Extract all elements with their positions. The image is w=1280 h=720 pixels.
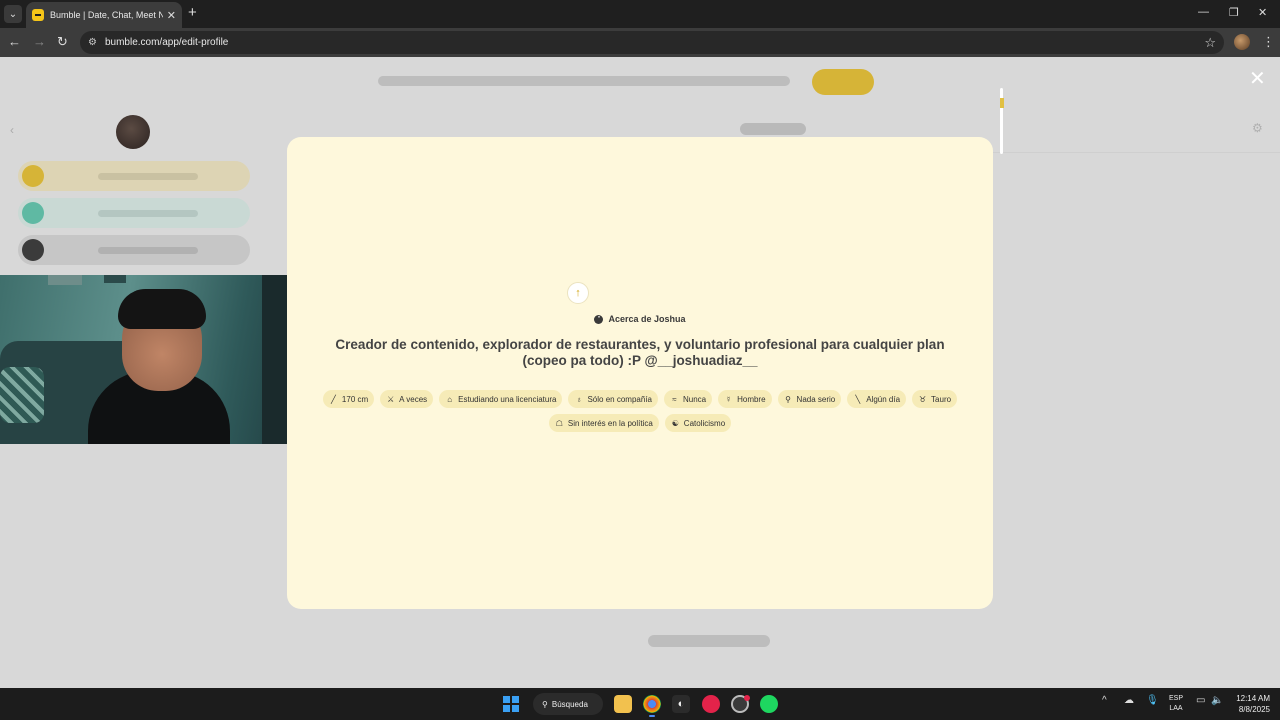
- gender-icon: ☿: [725, 394, 732, 404]
- back-arrow-icon[interactable]: ←: [8, 34, 21, 50]
- chip-label: Tauro: [931, 394, 952, 404]
- chip-label: A veces: [399, 394, 428, 404]
- banner-text-placeholder: [378, 76, 790, 86]
- scroll-marker: [1000, 98, 1004, 108]
- profile-chip: ⚔ A veces: [380, 390, 434, 408]
- taskbar-search[interactable]: ⚲ Búsqueda: [533, 693, 603, 715]
- profile-chip: ♁ Sólo en compañía: [568, 390, 658, 408]
- banner-button: [812, 69, 874, 95]
- quote-icon: ”: [594, 314, 604, 324]
- profile-chip: ☖ Sin interés en la política: [548, 414, 659, 432]
- chrome-icon[interactable]: [643, 695, 661, 713]
- tray-chevron-icon[interactable]: ^: [1102, 695, 1107, 706]
- minimize-icon[interactable]: —: [1198, 6, 1209, 18]
- profile-chip: ☿ Hombre: [718, 390, 772, 408]
- network-icon[interactable]: ▭: [1196, 695, 1205, 706]
- chip-label: Nunca: [682, 394, 707, 404]
- lang-code: ESP: [1168, 695, 1183, 702]
- magnifier-icon: ⚲: [785, 394, 791, 404]
- spotify-icon[interactable]: [760, 695, 778, 713]
- language-indicator[interactable]: ESP LAA: [1166, 694, 1186, 714]
- profile-chip: ☯ Catolicismo: [664, 414, 732, 432]
- microphone-icon[interactable]: 🎙: [1146, 695, 1159, 706]
- sidebar-pill-dark: [18, 235, 250, 265]
- profile-preview-modal: ↑ ” Acerca de Joshua Creador de contenid…: [287, 137, 993, 609]
- bio-text: Creador de contenido, explorador de rest…: [335, 337, 945, 368]
- profile-chip: ⚲ Nada serio: [777, 390, 842, 408]
- chip-label: Hombre: [737, 394, 766, 404]
- tab-close-icon[interactable]: ✕: [167, 9, 176, 22]
- url-text: bumble.com/app/edit-profile: [104, 37, 229, 48]
- about-heading: ” Acerca de Joshua: [287, 314, 993, 324]
- ruler-icon: ╱: [331, 394, 336, 404]
- lang-layout: LAA: [1169, 705, 1183, 712]
- sidebar-pill-yellow: [18, 161, 250, 191]
- profile-chip: ╲ Algún día: [847, 390, 907, 408]
- reload-icon[interactable]: ↻: [57, 34, 68, 50]
- zodiac-icon: ♉: [918, 394, 927, 404]
- profile-chip: ╱ 170 cm: [322, 390, 375, 408]
- sidebar-pill-green: [18, 198, 250, 228]
- windows-taskbar: ⚲ Búsqueda ◐ ^ ☁ 🎙 ESP LAA ▭ 🔈 12:14 AM …: [0, 688, 1280, 720]
- screen: ⌄ Bumble | Date, Chat, Meet New ✕ + — ❐ …: [0, 0, 1280, 720]
- window-close-icon[interactable]: ✕: [1258, 6, 1267, 19]
- cloud-off-icon[interactable]: ☁: [1124, 695, 1134, 706]
- tab-bumble[interactable]: Bumble | Date, Chat, Meet New ✕: [26, 2, 182, 28]
- new-tab-button[interactable]: +: [188, 4, 197, 22]
- browser-tab-bar: ⌄ Bumble | Date, Chat, Meet New ✕ + — ❐ …: [0, 0, 1280, 28]
- profile-chip: ⌂ Estudiando una licenciatura: [439, 390, 563, 408]
- steam-icon[interactable]: ◐: [672, 695, 690, 713]
- dumbbell-icon: ⚔: [387, 394, 395, 404]
- chip-label: Nada serio: [796, 394, 836, 404]
- address-bar[interactable]: ⚙ bumble.com/app/edit-profile ☆: [80, 31, 1224, 54]
- graduation-cap-icon: ⌂: [447, 394, 453, 404]
- overlay-close-icon[interactable]: ✕: [1249, 69, 1266, 89]
- search-label: Búsqueda: [551, 699, 588, 709]
- tab-title: Bumble | Date, Chat, Meet New: [50, 10, 163, 20]
- chip-label: Sólo en compañía: [587, 394, 652, 404]
- chrome-active-indicator: [649, 715, 655, 717]
- clock-time: 12:14 AM: [1236, 694, 1270, 703]
- profile-chip: ≈ Nunca: [663, 390, 713, 408]
- settings-icon: ⚙: [1252, 121, 1263, 135]
- volume-icon[interactable]: 🔈: [1211, 695, 1223, 706]
- chip-label: 170 cm: [341, 394, 369, 404]
- page-bottom-text-placeholder: [648, 635, 770, 647]
- profile-chips: ╱ 170 cm ⚔ A veces ⌂ Estudiando una licenciat…: [307, 390, 973, 432]
- app-red-icon[interactable]: [702, 695, 720, 713]
- bumble-favicon-icon: [32, 9, 44, 21]
- bank-icon: ☖: [555, 418, 563, 428]
- chip-label: Sin interés en la política: [567, 418, 653, 428]
- chip-label: Catolicismo: [683, 418, 726, 428]
- windows-start-icon[interactable]: [503, 696, 519, 712]
- clock-date: 8/8/2025: [1238, 705, 1270, 714]
- religion-icon: ☯: [671, 418, 679, 428]
- browser-toolbar: ← → ↻ ⚙ bumble.com/app/edit-profile ☆ ⋮: [0, 28, 1280, 57]
- bookmark-star-icon[interactable]: ☆: [1204, 35, 1216, 51]
- file-explorer-icon[interactable]: [614, 695, 632, 713]
- page-title-placeholder: [740, 123, 806, 135]
- page-back-icon: ‹: [10, 123, 14, 137]
- menu-dots-icon[interactable]: ⋮: [1262, 34, 1275, 50]
- wine-glass-icon: ♁: [575, 394, 582, 404]
- scroll-up-button[interactable]: ↑: [567, 282, 589, 304]
- site-settings-icon[interactable]: ⚙: [88, 37, 97, 48]
- profile-chip: ♉ Tauro: [912, 390, 958, 408]
- smoking-icon: ≈: [672, 394, 677, 404]
- about-label: Acerca de Joshua: [608, 314, 686, 324]
- chip-label: Estudiando una licenciatura: [458, 394, 557, 404]
- sidebar-avatar: [116, 115, 150, 149]
- notification-badge: [744, 695, 750, 701]
- search-icon: ⚲: [542, 699, 548, 709]
- tab-search-button[interactable]: ⌄: [4, 5, 22, 23]
- chip-label: Algún día: [866, 394, 901, 404]
- baby-bottle-icon: ╲: [855, 394, 861, 404]
- restore-icon[interactable]: ❐: [1229, 6, 1239, 19]
- clock[interactable]: 12:14 AM 8/8/2025: [1224, 693, 1270, 715]
- forward-arrow-icon[interactable]: →: [33, 34, 46, 50]
- profile-avatar[interactable]: [1234, 34, 1250, 50]
- webcam-overlay: [0, 275, 301, 444]
